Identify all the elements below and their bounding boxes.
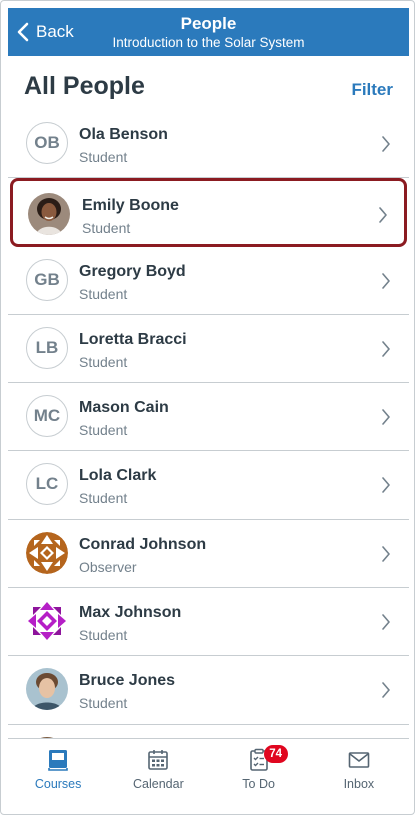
person-role: Student xyxy=(79,285,128,302)
list-item[interactable]: GB Gregory Boyd Student xyxy=(8,246,409,315)
chevron-right-icon xyxy=(382,614,390,630)
chevron-right-icon xyxy=(382,545,390,562)
person-role: Student xyxy=(79,353,128,370)
avatar: MC xyxy=(26,395,68,438)
todo-count-badge: 74 xyxy=(263,745,288,763)
tab-courses[interactable]: Courses xyxy=(8,739,108,804)
list-item[interactable]: Bruce Jones Student xyxy=(8,656,409,725)
person-role: Student xyxy=(79,627,128,644)
list-item[interactable]: Max Johnson Student xyxy=(8,588,409,657)
person-name: Mason Cain xyxy=(79,399,169,417)
person-name: Lola Clark xyxy=(79,467,157,485)
page-header-title: People xyxy=(180,14,237,33)
list-item[interactable]: LC Lola Clark Student xyxy=(8,451,409,520)
person-name: Conrad Johnson xyxy=(79,535,207,553)
person-name: Gregory Boyd xyxy=(79,262,186,280)
person-role: Student xyxy=(79,149,128,165)
tab-label: Courses xyxy=(34,777,82,791)
person-name: Loretta Bracci xyxy=(79,330,187,348)
chevron-right-icon xyxy=(382,477,390,494)
tab-label: Calendar xyxy=(133,777,184,791)
person-name: Emily Boone xyxy=(82,197,179,215)
avatar: GB xyxy=(26,258,68,301)
pattern-avatar-icon xyxy=(26,531,68,574)
avatar xyxy=(28,193,70,236)
page-heading-bar: All People Filter xyxy=(8,56,409,118)
person-name: Ola Benson xyxy=(79,126,168,143)
tab-bar: Courses Calendar 74 To Do Inbox xyxy=(8,738,409,804)
person-role: Observer xyxy=(79,558,137,575)
avatar: OB xyxy=(26,122,68,164)
chevron-right-icon xyxy=(382,341,390,357)
person-role: Student xyxy=(82,220,131,237)
pattern-avatar-icon xyxy=(26,600,68,643)
list-item[interactable] xyxy=(8,724,409,738)
tab-calendar[interactable]: Calendar xyxy=(108,739,208,804)
person-photo-icon xyxy=(28,193,70,236)
chevron-right-icon xyxy=(382,272,390,289)
tab-todo[interactable]: 74 To Do xyxy=(209,739,309,804)
avatar: LC xyxy=(26,463,68,506)
page-title: All People xyxy=(24,72,145,100)
avatar xyxy=(26,668,68,711)
list-item[interactable]: LB Loretta Bracci Student xyxy=(8,314,409,384)
inbox-icon xyxy=(348,752,370,768)
person-role: Student xyxy=(79,490,128,507)
chevron-right-icon xyxy=(382,136,390,152)
course-name: Introduction to the Solar System xyxy=(112,35,305,50)
avatar xyxy=(26,600,68,643)
list-item[interactable]: OB Ola Benson Student xyxy=(8,110,409,179)
person-photo-icon xyxy=(26,668,68,711)
calendar-icon xyxy=(148,750,169,770)
avatar xyxy=(26,531,68,574)
nav-header: Back People Introduction to the Solar Sy… xyxy=(8,8,409,56)
list-item[interactable]: MC Mason Cain Student xyxy=(8,383,409,452)
tab-label: Inbox xyxy=(343,777,375,791)
filter-button[interactable]: Filter xyxy=(351,80,393,100)
app-frame: Back People Introduction to the Solar Sy… xyxy=(0,0,415,815)
avatar: LB xyxy=(26,326,68,369)
tab-label: To Do xyxy=(242,777,275,791)
person-role: Student xyxy=(79,422,128,439)
person-name: Bruce Jones xyxy=(79,672,176,690)
list-item[interactable]: Conrad Johnson Observer xyxy=(8,519,409,589)
chevron-right-icon xyxy=(382,409,390,425)
person-role: Student xyxy=(79,695,128,712)
chevron-right-icon xyxy=(382,682,390,699)
people-list: OB Ola Benson Student Emily Boone Studen… xyxy=(8,110,409,738)
people-content: All People Filter OB Ola Benson Student xyxy=(8,56,409,738)
header-titles: People Introduction to the Solar System xyxy=(8,14,409,52)
tab-inbox[interactable]: Inbox xyxy=(309,739,409,804)
courses-icon xyxy=(48,750,68,771)
list-item[interactable]: Emily Boone Student xyxy=(10,178,407,247)
chevron-right-icon xyxy=(379,207,387,224)
person-name: Max Johnson xyxy=(79,604,182,622)
